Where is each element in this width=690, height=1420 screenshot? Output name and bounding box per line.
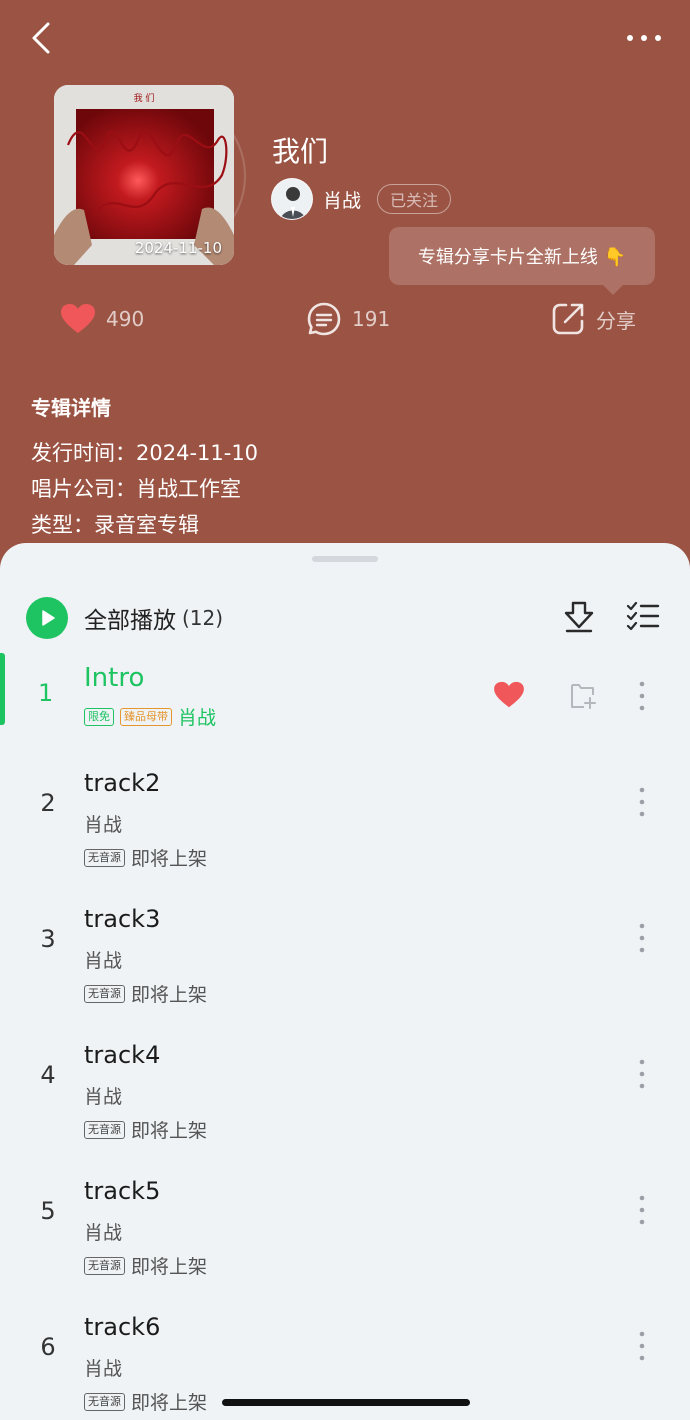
track-more-button[interactable]	[632, 679, 652, 713]
track-index: 4	[40, 1061, 56, 1089]
track-index: 1	[38, 679, 54, 707]
play-icon	[42, 610, 55, 626]
coming-soon-label: 即将上架	[131, 848, 208, 870]
more-horizontal-icon	[627, 35, 661, 41]
no-source-tag: 无音源	[84, 1120, 125, 1139]
share-label: 分享	[596, 308, 636, 333]
track-artist[interactable]: 肖战	[84, 810, 122, 837]
album-details: 专辑详情 发行时间：2024-11-10 唱片公司：肖战工作室 类型：录音室专辑	[31, 392, 258, 543]
track-status: 无音源 即将上架	[84, 1116, 207, 1143]
more-options-button[interactable]	[624, 26, 664, 50]
share-card-tooltip[interactable]: 专辑分享卡片全新上线 👇	[389, 227, 655, 295]
artist-name[interactable]: 肖战	[323, 186, 361, 213]
follow-button[interactable]: 已关注	[377, 184, 452, 214]
play-all-label[interactable]: 全部播放	[84, 601, 176, 635]
sheet-drag-handle[interactable]	[312, 556, 378, 562]
artist-row[interactable]: 肖战 已关注	[271, 178, 452, 220]
track-index: 6	[40, 1333, 56, 1361]
more-vertical-icon[interactable]	[632, 1057, 652, 1091]
comment-count: 191	[352, 307, 391, 331]
track-title[interactable]: track4	[84, 1041, 160, 1069]
track-status: 无音源 即将上架	[84, 1252, 207, 1279]
download-icon	[564, 601, 594, 633]
add-to-playlist-icon	[571, 684, 596, 709]
coming-soon-label: 即将上架	[131, 1120, 208, 1142]
heart-icon	[494, 681, 524, 708]
more-vertical-icon[interactable]	[632, 785, 652, 819]
coming-soon-label: 即将上架	[131, 1256, 208, 1278]
track-artist[interactable]: 肖战	[84, 1354, 122, 1381]
no-source-tag: 无音源	[84, 1392, 125, 1411]
track-artist[interactable]: 肖战	[84, 1218, 122, 1245]
track-status: 无音源 即将上架	[84, 980, 207, 1007]
track-status: 无音源 即将上架	[84, 844, 207, 871]
track-row[interactable]: 3 track3 肖战 无音源 即将上架	[0, 901, 690, 1037]
no-source-tag: 无音源	[84, 1256, 125, 1275]
checklist-icon	[626, 601, 660, 631]
play-all-button[interactable]	[26, 597, 68, 639]
cover-caption: 我 们	[133, 94, 155, 104]
avatar[interactable]	[271, 178, 313, 220]
track-row[interactable]: 5 track5 肖战 无音源 即将上架	[0, 1173, 690, 1309]
album-cover-art	[54, 85, 234, 265]
track-index: 2	[40, 789, 56, 817]
track-status: 无音源 即将上架	[84, 1388, 207, 1415]
track-index: 3	[40, 925, 56, 953]
release-date: 发行时间：2024-11-10	[31, 441, 259, 465]
more-vertical-icon[interactable]	[632, 1329, 652, 1363]
track-title[interactable]: track2	[84, 769, 160, 797]
track-artist[interactable]: 肖战	[178, 703, 216, 730]
download-button[interactable]	[562, 599, 596, 633]
coming-soon-label: 即将上架	[131, 1392, 208, 1414]
track-artist[interactable]: 肖战	[84, 1082, 122, 1109]
chevron-left-icon	[32, 22, 50, 54]
add-to-playlist-button[interactable]	[569, 681, 597, 711]
comment-icon	[307, 302, 341, 336]
track-row[interactable]: 4 track4 肖战 无音源 即将上架	[0, 1037, 690, 1173]
record-company: 唱片公司：肖战工作室	[31, 477, 241, 501]
track-meta: 限免 臻品母带 肖战	[84, 703, 216, 730]
home-indicator[interactable]	[222, 1399, 470, 1406]
play-all-row[interactable]: 全部播放 (12)	[26, 597, 223, 639]
coming-soon-label: 即将上架	[131, 984, 208, 1006]
master-quality-tag: 臻品母带	[120, 707, 172, 726]
more-vertical-icon[interactable]	[632, 1193, 652, 1227]
track-title[interactable]: Intro	[84, 663, 144, 693]
details-title: 专辑详情	[31, 396, 111, 420]
back-button[interactable]	[24, 18, 60, 58]
cover-date: 2024-11-10	[134, 239, 222, 257]
track-row[interactable]: 2 track2 肖战 无音源 即将上架	[0, 765, 690, 901]
track-title[interactable]: track6	[84, 1313, 160, 1341]
track-like-button[interactable]	[493, 681, 525, 709]
album-title: 我们	[272, 135, 329, 168]
track-count: (12)	[182, 606, 224, 630]
free-tag: 限免	[84, 707, 114, 726]
comment-button[interactable]: 191	[306, 298, 390, 340]
now-playing-indicator	[0, 653, 5, 725]
track-list-sheet[interactable]: 全部播放 (12) 1 Intro 限免 臻品母带 肖战 2 track2 肖战…	[0, 543, 690, 1420]
share-icon	[552, 303, 584, 335]
multi-select-button[interactable]	[626, 601, 660, 631]
album-cover[interactable]: 我 们 2024-11-10	[54, 85, 234, 265]
like-count: 490	[106, 307, 145, 331]
track-index: 5	[40, 1197, 56, 1225]
track-title[interactable]: track3	[84, 905, 160, 933]
album-type: 类型：录音室专辑	[31, 513, 199, 537]
more-vertical-icon	[639, 681, 645, 711]
track-title[interactable]: track5	[84, 1177, 160, 1205]
no-source-tag: 无音源	[84, 984, 125, 1003]
like-button[interactable]: 490	[60, 298, 144, 340]
no-source-tag: 无音源	[84, 848, 125, 867]
more-vertical-icon[interactable]	[632, 921, 652, 955]
artist-avatar-image	[272, 179, 312, 219]
track-artist[interactable]: 肖战	[84, 946, 122, 973]
heart-icon	[61, 304, 95, 333]
share-button[interactable]: 分享	[550, 298, 636, 340]
